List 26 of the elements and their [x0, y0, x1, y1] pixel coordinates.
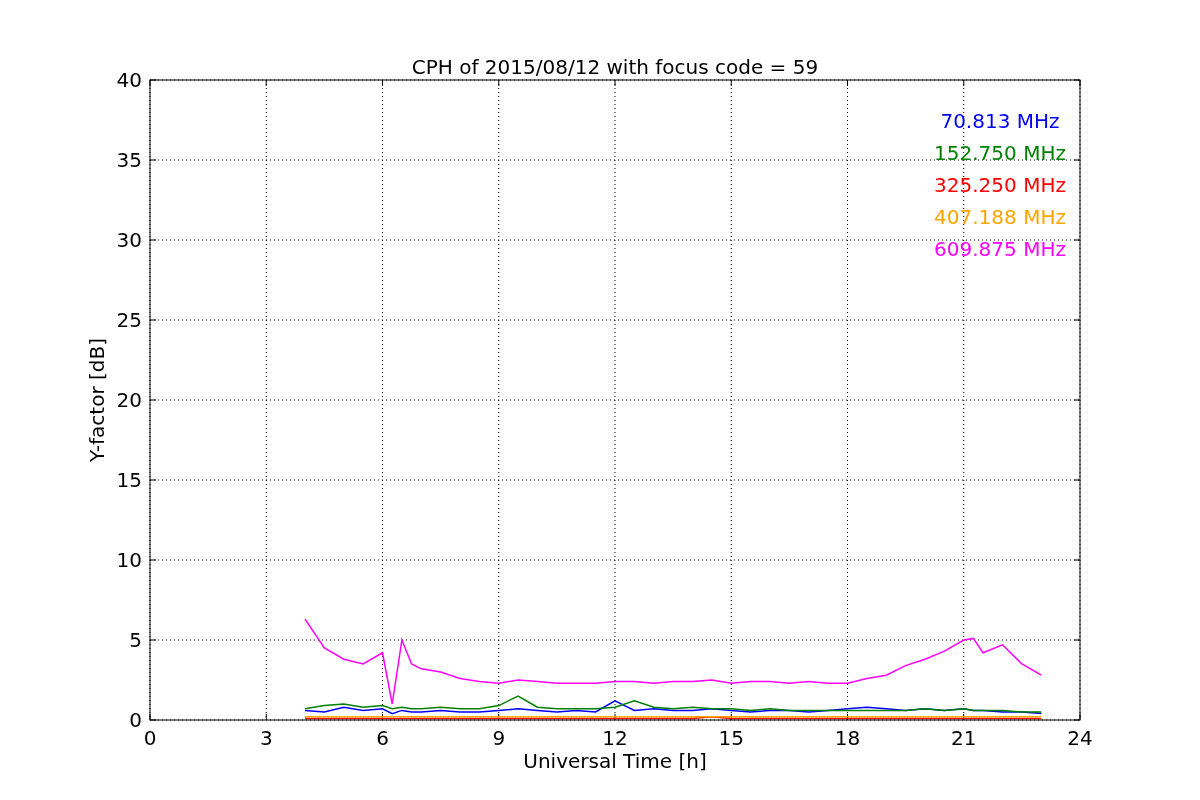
x-tick-label: 12	[602, 726, 628, 750]
x-tick-label: 6	[376, 726, 389, 750]
y-tick-label: 40	[116, 68, 142, 92]
y-tick-label: 20	[116, 388, 142, 412]
y-tick-label: 5	[129, 628, 142, 652]
y-tick-label: 30	[116, 228, 142, 252]
y-axis-label: Y-factor [dB]	[85, 338, 109, 462]
x-tick-label: 15	[718, 726, 744, 750]
x-tick-label: 21	[951, 726, 977, 750]
x-tick-label: 9	[492, 726, 506, 750]
chart-title: CPH of 2015/08/12 with focus code = 59	[411, 55, 819, 79]
y-tick-label: 0	[129, 708, 142, 732]
legend-label: 325.250 MHz	[934, 173, 1066, 197]
x-tick-label: 0	[143, 726, 157, 750]
x-tick-label: 3	[259, 726, 273, 750]
x-tick-label: 18	[834, 726, 861, 750]
legend-label: 70.813 MHz	[940, 109, 1060, 133]
y-tick-label: 15	[116, 468, 142, 492]
y-tick-label: 10	[116, 548, 142, 572]
y-tick-label: 35	[116, 148, 142, 172]
x-axis-label: Universal Time [h]	[523, 749, 707, 773]
legend-label: 152.750 MHz	[934, 141, 1066, 165]
y-tick-label: 25	[116, 308, 142, 332]
x-tick-label: 24	[1067, 726, 1093, 750]
legend-label: 609.875 MHz	[934, 237, 1066, 261]
legend-label: 407.188 MHz	[934, 205, 1066, 229]
